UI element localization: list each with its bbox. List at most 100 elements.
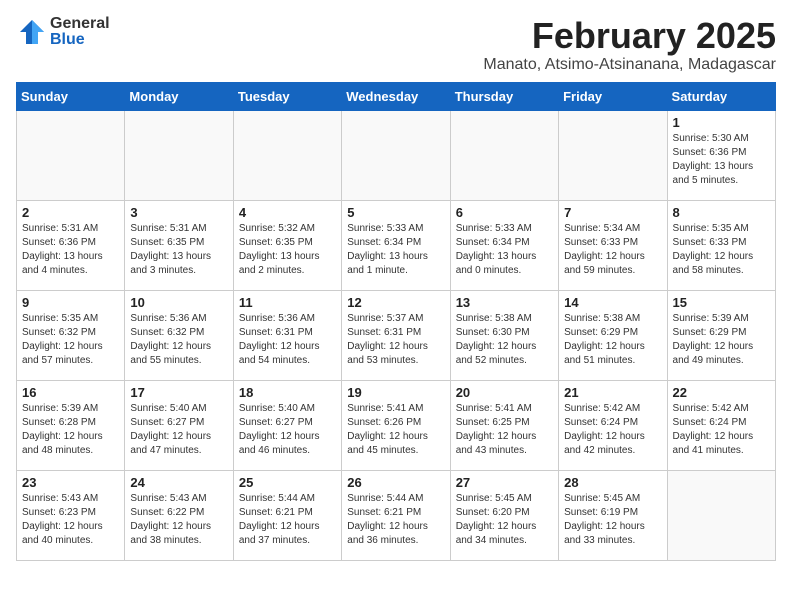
weekday-header-monday: Monday [125,82,233,110]
day-info: Sunrise: 5:44 AM Sunset: 6:21 PM Dayligh… [347,492,444,548]
day-info: Sunrise: 5:42 AM Sunset: 6:24 PM Dayligh… [673,402,770,458]
calendar-cell: 11 Sunrise: 5:36 AM Sunset: 6:31 PM Dayli… [233,290,341,380]
day-number: 5 [347,205,444,220]
day-info: Sunrise: 5:44 AM Sunset: 6:21 PM Dayligh… [239,492,336,548]
day-info: Sunrise: 5:39 AM Sunset: 6:28 PM Dayligh… [22,402,119,458]
calendar-cell [125,110,233,200]
day-info: Sunrise: 5:37 AM Sunset: 6:31 PM Dayligh… [347,312,444,368]
calendar-cell: 8 Sunrise: 5:35 AM Sunset: 6:33 PM Daylig… [667,200,775,290]
calendar-cell: 3 Sunrise: 5:31 AM Sunset: 6:35 PM Daylig… [125,200,233,290]
week-row-4: 16 Sunrise: 5:39 AM Sunset: 6:28 PM Dayli… [17,380,776,470]
day-info: Sunrise: 5:39 AM Sunset: 6:29 PM Dayligh… [673,312,770,368]
calendar-cell: 23 Sunrise: 5:43 AM Sunset: 6:23 PM Dayli… [17,470,125,560]
day-number: 19 [347,385,444,400]
day-number: 1 [673,115,770,130]
day-info: Sunrise: 5:35 AM Sunset: 6:33 PM Dayligh… [673,222,770,278]
logo-icon [16,16,48,48]
logo-general: General [50,16,110,32]
calendar-cell: 6 Sunrise: 5:33 AM Sunset: 6:34 PM Daylig… [450,200,558,290]
calendar-cell: 10Sunrise: 5:36 AM Sunset: 6:32 PM Dayli… [125,290,233,380]
day-number: 15 [673,295,770,310]
day-info: Sunrise: 5:36 AM Sunset: 6:32 PM Dayligh… [130,312,227,368]
day-number: 13 [456,295,553,310]
day-info: Sunrise: 5:33 AM Sunset: 6:34 PM Dayligh… [347,222,444,278]
calendar-cell: 15 Sunrise: 5:39 AM Sunset: 6:29 PM Dayli… [667,290,775,380]
day-info: Sunrise: 5:43 AM Sunset: 6:23 PM Dayligh… [22,492,119,548]
day-info: Sunrise: 5:38 AM Sunset: 6:30 PM Dayligh… [456,312,553,368]
logo-blue: Blue [50,32,110,48]
day-info: Sunrise: 5:36 AM Sunset: 6:31 PM Dayligh… [239,312,336,368]
day-number: 11 [239,295,336,310]
weekday-header-friday: Friday [559,82,667,110]
day-info: Sunrise: 5:38 AM Sunset: 6:29 PM Dayligh… [564,312,661,368]
day-info: Sunrise: 5:33 AM Sunset: 6:34 PM Dayligh… [456,222,553,278]
calendar-cell: 13 Sunrise: 5:38 AM Sunset: 6:30 PM Dayli… [450,290,558,380]
day-info: Sunrise: 5:35 AM Sunset: 6:32 PM Dayligh… [22,312,119,368]
calendar-cell: 20 Sunrise: 5:41 AM Sunset: 6:25 PM Dayli… [450,380,558,470]
calendar-cell: 9 Sunrise: 5:35 AM Sunset: 6:32 PM Daylig… [17,290,125,380]
day-number: 22 [673,385,770,400]
calendar-cell: 14 Sunrise: 5:38 AM Sunset: 6:29 PM Dayli… [559,290,667,380]
logo: General Blue [16,16,110,48]
day-number: 6 [456,205,553,220]
calendar-cell [450,110,558,200]
day-info: Sunrise: 5:41 AM Sunset: 6:25 PM Dayligh… [456,402,553,458]
day-number: 18 [239,385,336,400]
week-row-5: 23 Sunrise: 5:43 AM Sunset: 6:23 PM Dayli… [17,470,776,560]
day-number: 12 [347,295,444,310]
day-number: 21 [564,385,661,400]
day-info: Sunrise: 5:31 AM Sunset: 6:36 PM Dayligh… [22,222,119,278]
header: General Blue February 2025 Manato, Atsim… [16,16,776,74]
weekday-header-wednesday: Wednesday [342,82,450,110]
calendar-cell: 5 Sunrise: 5:33 AM Sunset: 6:34 PM Daylig… [342,200,450,290]
day-number: 24 [130,475,227,490]
day-number: 3 [130,205,227,220]
day-info: Sunrise: 5:45 AM Sunset: 6:20 PM Dayligh… [456,492,553,548]
calendar-cell: 12 Sunrise: 5:37 AM Sunset: 6:31 PM Dayli… [342,290,450,380]
calendar-cell [233,110,341,200]
day-number: 2 [22,205,119,220]
day-number: 16 [22,385,119,400]
day-info: Sunrise: 5:42 AM Sunset: 6:24 PM Dayligh… [564,402,661,458]
calendar-cell [559,110,667,200]
calendar-cell [17,110,125,200]
weekday-header-tuesday: Tuesday [233,82,341,110]
day-info: Sunrise: 5:40 AM Sunset: 6:27 PM Dayligh… [130,402,227,458]
day-number: 25 [239,475,336,490]
day-number: 20 [456,385,553,400]
day-info: Sunrise: 5:43 AM Sunset: 6:22 PM Dayligh… [130,492,227,548]
weekday-header-sunday: Sunday [17,82,125,110]
calendar-table: SundayMondayTuesdayWednesdayThursdayFrid… [16,82,776,561]
day-number: 9 [22,295,119,310]
day-number: 8 [673,205,770,220]
day-number: 23 [22,475,119,490]
weekday-header-row: SundayMondayTuesdayWednesdayThursdayFrid… [17,82,776,110]
calendar-cell: 24 Sunrise: 5:43 AM Sunset: 6:22 PM Dayli… [125,470,233,560]
calendar-cell: 21 Sunrise: 5:42 AM Sunset: 6:24 PM Dayli… [559,380,667,470]
day-number: 14 [564,295,661,310]
day-number: 27 [456,475,553,490]
month-title: February 2025 [483,16,776,56]
calendar-cell: 25 Sunrise: 5:44 AM Sunset: 6:21 PM Dayli… [233,470,341,560]
calendar-cell: 27 Sunrise: 5:45 AM Sunset: 6:20 PM Dayli… [450,470,558,560]
day-info: Sunrise: 5:34 AM Sunset: 6:33 PM Dayligh… [564,222,661,278]
day-number: 28 [564,475,661,490]
weekday-header-saturday: Saturday [667,82,775,110]
location-title: Manato, Atsimo-Atsinanana, Madagascar [483,56,776,74]
calendar-cell: 16 Sunrise: 5:39 AM Sunset: 6:28 PM Dayli… [17,380,125,470]
day-info: Sunrise: 5:32 AM Sunset: 6:35 PM Dayligh… [239,222,336,278]
calendar-cell: 26 Sunrise: 5:44 AM Sunset: 6:21 PM Dayli… [342,470,450,560]
calendar-cell: 22 Sunrise: 5:42 AM Sunset: 6:24 PM Dayli… [667,380,775,470]
calendar-cell: 4Sunrise: 5:32 AM Sunset: 6:35 PM Daylig… [233,200,341,290]
day-number: 26 [347,475,444,490]
calendar-cell: 28Sunrise: 5:45 AM Sunset: 6:19 PM Dayli… [559,470,667,560]
calendar-cell: 1Sunrise: 5:30 AM Sunset: 6:36 PM Daylig… [667,110,775,200]
weekday-header-thursday: Thursday [450,82,558,110]
day-info: Sunrise: 5:31 AM Sunset: 6:35 PM Dayligh… [130,222,227,278]
calendar-cell: 2 Sunrise: 5:31 AM Sunset: 6:36 PM Daylig… [17,200,125,290]
week-row-1: 1Sunrise: 5:30 AM Sunset: 6:36 PM Daylig… [17,110,776,200]
day-info: Sunrise: 5:40 AM Sunset: 6:27 PM Dayligh… [239,402,336,458]
calendar-cell: 17Sunrise: 5:40 AM Sunset: 6:27 PM Dayli… [125,380,233,470]
week-row-3: 9 Sunrise: 5:35 AM Sunset: 6:32 PM Daylig… [17,290,776,380]
calendar-cell: 19Sunrise: 5:41 AM Sunset: 6:26 PM Dayli… [342,380,450,470]
